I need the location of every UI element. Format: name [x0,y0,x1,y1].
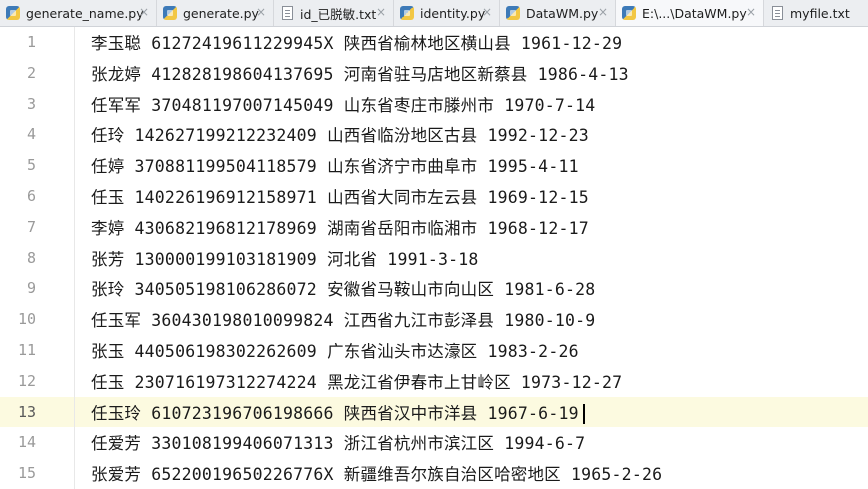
editor-line-current[interactable]: 13 任玉玲 610723196706198666 陕西省汉中市洋县 1967-… [0,396,868,428]
line-gutter: 9 [0,273,75,305]
line-number: 11 [17,341,36,359]
line-text[interactable]: 张龙婷 412828198604137695 河南省驻马店地区新蔡县 1986-… [91,61,629,85]
tab-label: identity.py [420,5,486,21]
line-text[interactable]: 任玉军 360430198010099824 江西省九江市彭泽县 1980-10… [91,307,595,331]
editor-line[interactable]: 14 任爱芳 330108199406071313 浙江省杭州市滨江区 1994… [0,427,868,459]
editor-line[interactable]: 9 张玲 340505198106286072 安徽省马鞍山市向山区 1981-… [0,273,868,305]
tab-e-datawm-py[interactable]: E:\...\DataWM.py × [616,0,764,26]
editor-line[interactable]: 7 李婷 430682196812178969 湖南省岳阳市临湘市 1968-1… [0,211,868,243]
line-number: 1 [26,33,36,51]
line-gutter: 13 [0,396,75,428]
python-file-icon [6,6,20,20]
close-icon[interactable]: × [256,5,266,19]
editor-line[interactable]: 6 任玉 140226196912158971 山西省大同市左云县 1969-1… [0,181,868,212]
close-icon[interactable]: × [746,5,756,19]
python-file-icon [622,6,636,20]
line-text[interactable]: 任婷 370881199504118579 山东省济宁市曲阜市 1995-4-1… [91,153,579,177]
line-text[interactable]: 任爱芳 330108199406071313 浙江省杭州市滨江区 1994-6-… [91,430,585,454]
line-number: 12 [17,371,36,390]
editor-line[interactable]: 1 李玉聪 61272419611229945X 陕西省榆林地区横山县 1961… [0,27,868,58]
close-icon[interactable]: × [482,5,492,19]
line-text-content[interactable]: 任玉玲 610723196706198666 陕西省汉中市洋县 1967-6-1… [91,404,579,423]
line-text[interactable]: 李玉聪 61272419611229945X 陕西省榆林地区横山县 1961-1… [91,30,622,54]
line-number: 10 [17,310,36,329]
tab-myfile-txt[interactable]: myfile.txt [764,0,868,26]
tab-label: myfile.txt [790,5,850,21]
line-gutter: 5 [0,150,75,181]
line-text[interactable]: 任玉玲 610723196706198666 陕西省汉中市洋县 1967-6-1… [91,400,585,425]
editor-line[interactable]: 4 任玲 142627199212232409 山西省临汾地区古县 1992-1… [0,119,868,151]
line-gutter: 4 [0,119,75,151]
line-number: 4 [26,125,36,144]
line-gutter: 6 [0,181,75,212]
line-text[interactable]: 张爱芳 65220019650226776X 新疆维吾尔族自治区哈密地区 196… [91,461,662,485]
close-icon[interactable]: × [139,5,149,19]
python-file-icon [163,6,177,20]
line-gutter: 2 [0,57,75,89]
line-gutter: 7 [0,211,75,243]
text-caret [582,404,585,425]
line-number: 3 [26,94,36,113]
line-number: 9 [26,279,36,298]
line-number: 6 [26,187,36,205]
text-file-icon [282,6,293,20]
line-number: 14 [17,433,36,452]
line-gutter: 15 [0,458,75,489]
line-text[interactable]: 任玉 230716197312274224 黑龙江省伊春市上甘岭区 1973-1… [91,369,622,393]
tab-label: generate_name.py [26,5,144,21]
tab-generate-py[interactable]: generate.py × [157,0,274,26]
tab-label: DataWM.py [526,5,599,21]
line-gutter: 12 [0,365,75,397]
line-gutter: 8 [0,242,75,274]
line-number: 15 [17,464,36,483]
line-text[interactable]: 任军军 370481197007145049 山东省枣庄市滕州市 1970-7-… [91,92,595,116]
text-file-icon [772,6,783,20]
line-number: 5 [26,156,36,175]
close-icon[interactable]: × [376,5,386,19]
line-gutter: 3 [0,88,75,120]
line-number: 2 [26,63,36,82]
editor-line[interactable]: 8 张芳 130000199103181909 河北省 1991-3-18 [0,242,868,274]
line-text[interactable]: 李婷 430682196812178969 湖南省岳阳市临湘市 1968-12-… [91,215,589,239]
editor-line[interactable]: 2 张龙婷 412828198604137695 河南省驻马店地区新蔡县 198… [0,57,868,89]
editor-line[interactable]: 5 任婷 370881199504118579 山东省济宁市曲阜市 1995-4… [0,150,868,181]
close-icon[interactable]: × [598,5,608,19]
code-editor[interactable]: 1 李玉聪 61272419611229945X 陕西省榆林地区横山县 1961… [0,27,868,489]
editor-line[interactable]: 12 任玉 230716197312274224 黑龙江省伊春市上甘岭区 197… [0,365,868,397]
tab-label: E:\...\DataWM.py [642,5,747,21]
line-text[interactable]: 张玲 340505198106286072 安徽省马鞍山市向山区 1981-6-… [91,276,595,300]
tab-identity-py[interactable]: identity.py × [394,0,500,26]
line-gutter: 11 [0,335,75,366]
editor-line[interactable]: 11 张玉 440506198302262609 广东省汕头市达濠区 1983-… [0,335,868,366]
python-file-icon [400,6,414,20]
tab-datawm-py[interactable]: DataWM.py × [500,0,616,26]
line-text[interactable]: 张芳 130000199103181909 河北省 1991-3-18 [91,246,479,270]
line-number: 13 [17,402,36,421]
line-number: 8 [26,248,36,267]
tab-id-txt[interactable]: id_已脱敏.txt × [274,0,394,26]
tab-generate-name-py[interactable]: generate_name.py × [0,0,157,26]
line-number: 7 [26,217,36,236]
editor-tab-bar: generate_name.py × generate.py × id_已脱敏.… [0,0,868,27]
python-file-icon [506,6,520,20]
tab-label: generate.py [183,5,259,21]
line-text[interactable]: 任玲 142627199212232409 山西省临汾地区古县 1992-12-… [91,122,589,146]
line-text[interactable]: 张玉 440506198302262609 广东省汕头市达濠区 1983-2-2… [91,338,579,362]
editor-line[interactable]: 15 张爱芳 65220019650226776X 新疆维吾尔族自治区哈密地区 … [0,458,868,489]
editor-line[interactable]: 10 任玉军 360430198010099824 江西省九江市彭泽县 1980… [0,304,868,335]
line-gutter: 1 [0,27,75,58]
line-text[interactable]: 任玉 140226196912158971 山西省大同市左云县 1969-12-… [91,184,589,208]
line-gutter: 10 [0,304,75,335]
line-gutter: 14 [0,427,75,459]
tab-label: id_已脱敏.txt [300,6,377,22]
editor-line[interactable]: 3 任军军 370481197007145049 山东省枣庄市滕州市 1970-… [0,88,868,120]
